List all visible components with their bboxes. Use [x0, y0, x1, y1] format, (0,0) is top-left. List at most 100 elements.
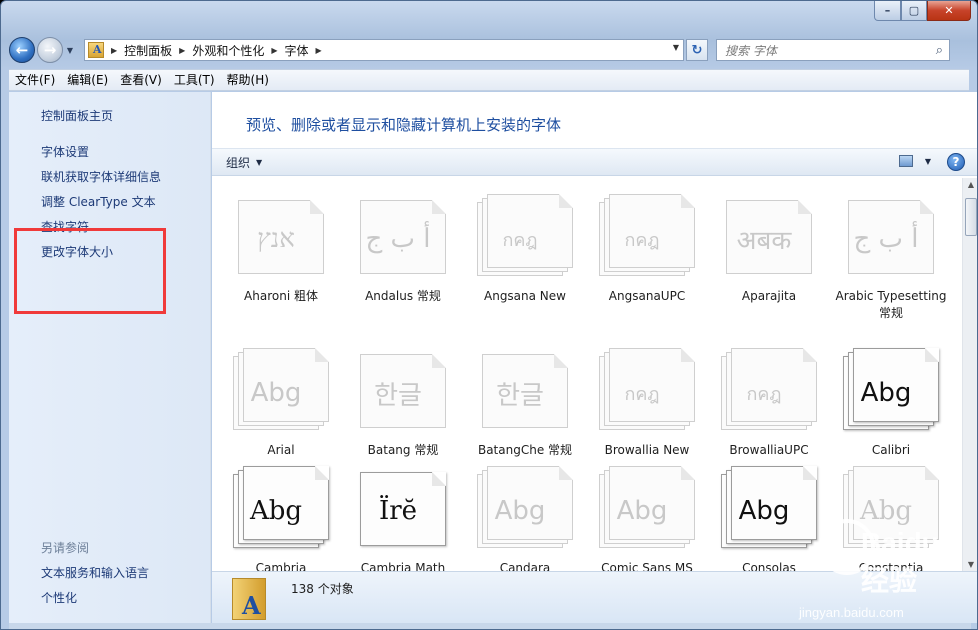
font-item[interactable]: 한글 BatangChe 常规 — [464, 348, 586, 459]
font-name: Constantia — [858, 561, 924, 571]
organize-button[interactable]: 组织 — [226, 154, 250, 171]
search-icon[interactable]: ⌕ — [936, 43, 943, 58]
font-sample-glyph: Abg — [494, 496, 546, 526]
address-dropdown-icon[interactable]: ▼ — [673, 43, 679, 52]
personalization-link[interactable]: 个性化 — [41, 589, 77, 606]
font-sample-glyph: 한글 — [496, 380, 544, 411]
font-preview-icon: Abg — [721, 466, 817, 548]
font-sample-glyph: Abg — [860, 378, 912, 408]
font-name: Batang 常规 — [367, 443, 439, 457]
vertical-scrollbar[interactable]: ▲ ▼ — [962, 178, 977, 571]
font-preview-icon: กคฎ — [599, 194, 695, 276]
font-item[interactable]: กคฎ Angsana New — [464, 194, 586, 305]
font-name: Consolas — [742, 561, 796, 571]
font-item[interactable]: Abg Arial — [220, 348, 342, 459]
back-button[interactable]: ← — [9, 37, 35, 63]
font-preview-icon: กคฎ — [599, 348, 695, 430]
see-also-label: 另请参阅 — [41, 541, 90, 555]
font-name: Candara — [499, 561, 551, 571]
search-input[interactable]: 搜索 字体 ⌕ — [716, 39, 950, 61]
change-view-icon[interactable] — [899, 155, 913, 167]
chevron-down-icon[interactable]: ▼ — [256, 158, 262, 167]
page-title: 预览、删除或者显示和隐藏计算机上安装的字体 — [246, 116, 562, 134]
view-options-dropdown-icon[interactable]: ▼ — [925, 157, 931, 166]
font-sample-glyph: Abg — [249, 496, 303, 526]
recent-pages-dropdown[interactable]: ▼ — [64, 46, 76, 55]
scroll-up-icon[interactable]: ▲ — [965, 180, 977, 189]
font-preview-icon: أ ب ج — [843, 194, 939, 276]
breadcrumb-control-panel[interactable]: 控制面板 — [124, 42, 172, 59]
scrollbar-thumb[interactable] — [965, 198, 977, 236]
menu-file[interactable]: 文件(F) — [9, 69, 61, 91]
font-item[interactable]: กคฎ BrowalliaUPC — [708, 348, 830, 459]
font-item[interactable]: Abg Candara — [464, 466, 586, 571]
font-sample-glyph: กคฎ — [502, 229, 538, 251]
menu-view[interactable]: 查看(V) — [114, 69, 168, 91]
main-content: 预览、删除或者显示和隐藏计算机上安装的字体 组织 ▼ ▼ ? אנץ Aharon… — [212, 92, 977, 571]
breadcrumb-fonts[interactable]: 字体 — [285, 42, 309, 59]
font-item[interactable]: अबक Aparajita — [708, 194, 830, 305]
font-item[interactable]: 한글 Batang 常规 — [342, 348, 464, 459]
font-item[interactable]: أ ب ج Arabic Typesetting 常规 — [830, 194, 952, 322]
minimize-button[interactable]: – — [874, 1, 901, 21]
scroll-down-icon[interactable]: ▼ — [965, 560, 977, 569]
forward-button[interactable]: → — [37, 37, 63, 63]
font-item[interactable]: Abg Constantia — [830, 466, 952, 571]
font-sample-glyph: Abg — [738, 496, 790, 526]
font-sample-glyph: אנץ — [257, 224, 295, 254]
text-services-link[interactable]: 文本服务和输入语言 — [41, 564, 149, 581]
fonts-folder-icon — [88, 42, 104, 58]
command-bar: 组织 ▼ ▼ ? — [212, 148, 977, 176]
font-item[interactable]: Ïrĕ Cambria Math — [342, 466, 464, 571]
menu-tools[interactable]: 工具(T) — [168, 69, 221, 91]
font-sample-glyph: 한글 — [374, 380, 422, 411]
font-item[interactable]: Abg Cambria — [220, 466, 342, 571]
font-sample-glyph: Abg — [250, 378, 302, 408]
font-settings-link[interactable]: 字体设置 — [41, 143, 89, 160]
font-name: Cambria — [255, 561, 307, 571]
font-preview-icon: अबक — [721, 194, 817, 276]
font-name: Browallia New — [604, 443, 690, 457]
font-item[interactable]: กคฎ Browallia New — [586, 348, 708, 459]
breadcrumb-appearance[interactable]: 外观和个性化 — [192, 42, 264, 59]
refresh-button[interactable]: ↻ — [686, 39, 708, 61]
font-item[interactable]: אנץ Aharoni 粗体 — [220, 194, 342, 305]
maximize-button[interactable]: ▢ — [901, 1, 927, 21]
font-name: Aharoni 粗体 — [244, 289, 318, 303]
font-preview-icon: Abg — [599, 466, 695, 548]
font-item[interactable]: Abg Comic Sans MS — [586, 466, 708, 571]
font-preview-icon: أ ب ج — [355, 194, 451, 276]
font-sample-glyph: أ ب ج — [365, 224, 431, 254]
font-preview-icon: Abg — [477, 466, 573, 548]
get-font-info-online-link[interactable]: 联机获取字体详细信息 — [41, 168, 161, 185]
font-item[interactable]: Abg Consolas — [708, 466, 830, 571]
font-name: BrowalliaUPC — [729, 443, 809, 457]
chevron-right-icon[interactable]: ▶ — [316, 46, 322, 55]
font-item[interactable]: กคฎ AngsanaUPC — [586, 194, 708, 305]
font-name: Aparajita — [741, 289, 797, 303]
menu-help[interactable]: 帮助(H) — [221, 69, 275, 91]
control-panel-home-link[interactable]: 控制面板主页 — [41, 107, 113, 124]
font-preview-icon: 한글 — [355, 348, 451, 430]
chevron-right-icon[interactable]: ▶ — [111, 46, 117, 55]
font-preview-icon: Abg — [843, 348, 939, 430]
caption-buttons: – ▢ ✕ — [874, 1, 971, 21]
font-sample-glyph: Ïrĕ — [378, 496, 418, 526]
close-button[interactable]: ✕ — [927, 1, 971, 21]
chevron-right-icon[interactable]: ▶ — [271, 46, 277, 55]
object-count: 138 个对象 — [291, 582, 354, 596]
explorer-window: – ▢ ✕ ← → ▼ ▶ 控制面板 ▶ 外观和个性化 ▶ 字体 ▶ ▼ ↻ 搜… — [0, 0, 978, 630]
font-preview-icon: กคฎ — [477, 194, 573, 276]
adjust-cleartype-link[interactable]: 调整 ClearType 文本 — [41, 193, 156, 210]
font-item[interactable]: Abg Calibri — [830, 348, 952, 459]
menu-edit[interactable]: 编辑(E) — [61, 69, 114, 91]
address-bar[interactable]: ▶ 控制面板 ▶ 外观和个性化 ▶ 字体 ▶ ▼ — [84, 39, 684, 61]
help-icon[interactable]: ? — [947, 153, 965, 171]
chevron-right-icon[interactable]: ▶ — [179, 46, 185, 55]
font-sample-glyph: กคฎ — [624, 383, 660, 405]
font-grid: אנץ Aharoni 粗体 أ ب ج Andalus 常规 กคฎ Angsana N… — [212, 178, 962, 571]
font-name: Calibri — [871, 443, 911, 457]
font-item[interactable]: أ ب ج Andalus 常规 — [342, 194, 464, 305]
search-placeholder: 搜索 字体 — [725, 43, 777, 58]
font-sample-glyph: กคฎ — [624, 229, 660, 251]
